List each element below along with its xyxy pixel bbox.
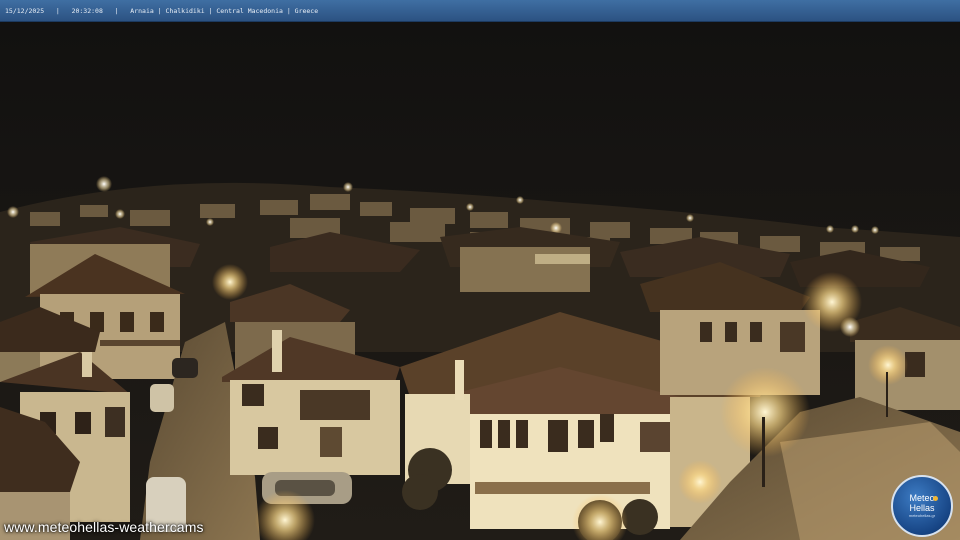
watermark-text: www.meteohellas-weathercams [4,519,204,535]
info-bar: 15/12/2025 | 20:32:08 | Arnaia | Chalkid… [0,0,960,22]
night-town-scene [0,22,960,540]
logo-line3: meteohellas.gr [908,513,936,518]
time-text: 20:32:08 [71,6,103,15]
webcam-frame: 15/12/2025 | 20:32:08 | Arnaia | Chalkid… [0,0,960,540]
logo-line1: Meteo [909,493,935,503]
logo-line2: Hellas [909,503,935,513]
location-text: Arnaia | Chalkidiki | Central Macedonia … [130,6,319,15]
date-text: 15/12/2025 [5,6,45,15]
meteohellas-logo: Meteo Hellas meteohellas.gr [891,475,953,537]
sun-icon [933,496,938,501]
